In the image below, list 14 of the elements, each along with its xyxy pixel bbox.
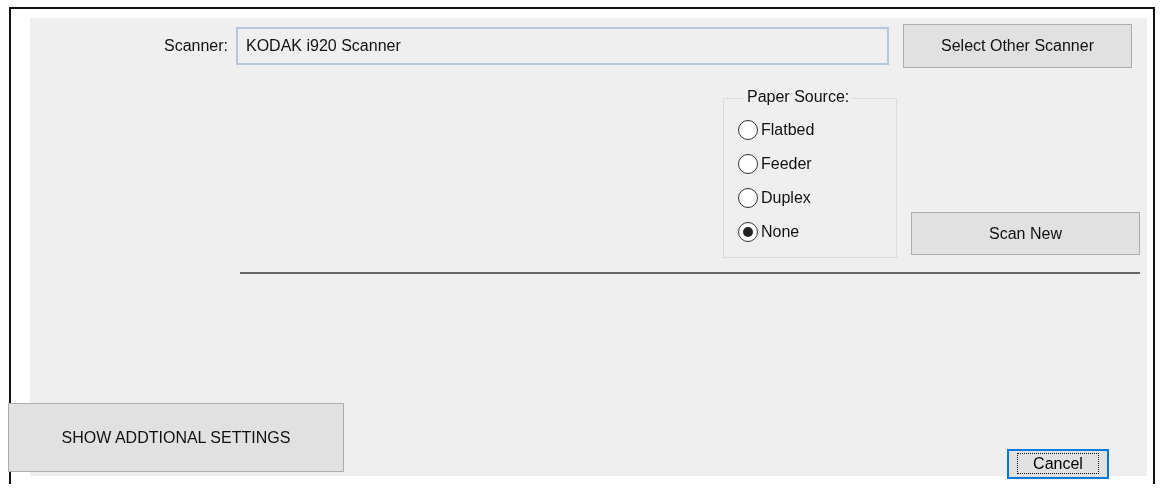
scanner-label: Scanner: bbox=[162, 36, 229, 56]
scan-button[interactable]: Scan New bbox=[911, 212, 1140, 255]
radio-button[interactable] bbox=[738, 222, 758, 242]
radio-button[interactable] bbox=[738, 154, 758, 174]
scanner-field[interactable]: KODAK i920 Scanner bbox=[236, 27, 889, 65]
radio-label: Feeder bbox=[761, 154, 812, 174]
cancel-button[interactable]: Cancel bbox=[1007, 449, 1109, 479]
radio-label: None bbox=[761, 222, 800, 242]
radio-button[interactable] bbox=[738, 120, 758, 140]
radio-label: Flatbed bbox=[761, 120, 815, 140]
settings-button[interactable]: SHOW ADDTIONAL SETTINGS bbox=[8, 403, 344, 472]
radio-label: Duplex bbox=[761, 188, 811, 208]
select-scanner-button[interactable]: Select Other Scanner bbox=[903, 24, 1132, 68]
radio-button[interactable] bbox=[738, 188, 758, 208]
